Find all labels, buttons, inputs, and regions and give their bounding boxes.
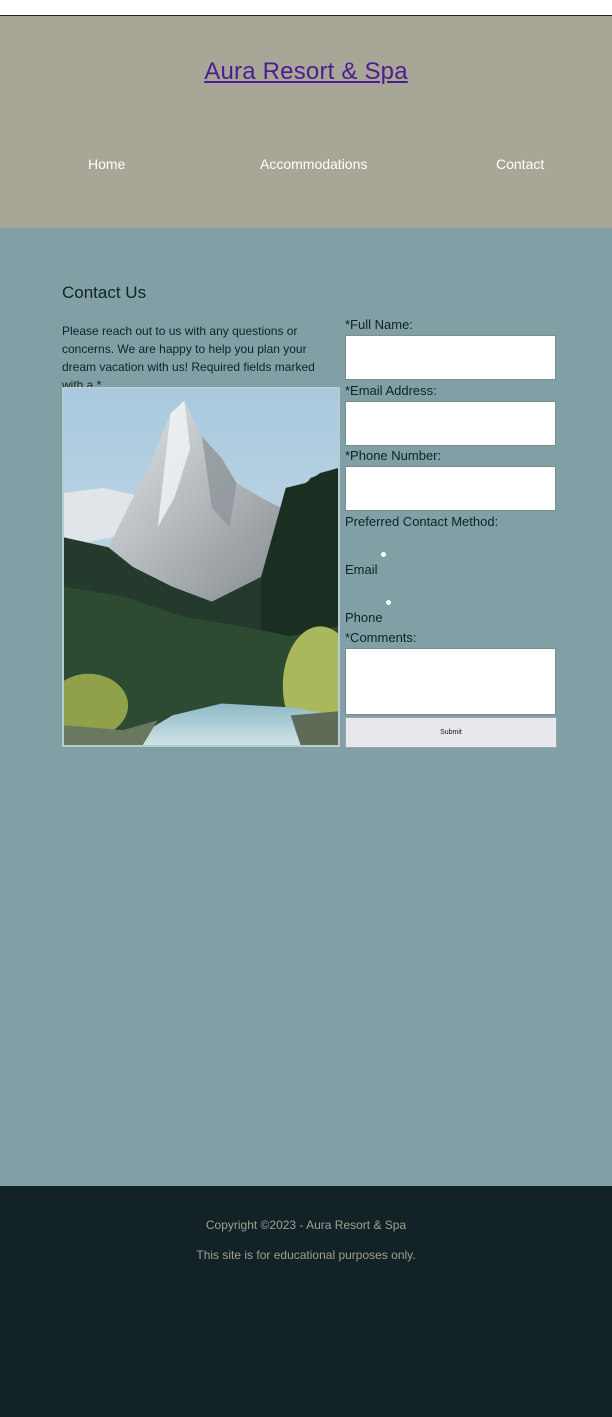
phone-option-label: Phone [345, 610, 383, 625]
mountain-photo [62, 387, 340, 747]
intro-text: Please reach out to us with any question… [62, 324, 315, 392]
email-radio[interactable] [380, 551, 387, 558]
site-title-link[interactable]: Aura Resort & Spa [0, 58, 612, 86]
full-name-label: *Full Name: [345, 317, 413, 332]
site-header: Aura Resort & Spa Home Accommodations Co… [0, 16, 612, 228]
nav-contact-link[interactable]: Contact [496, 156, 544, 172]
email-address-input[interactable] [345, 401, 556, 446]
full-name-input[interactable] [345, 335, 556, 380]
browser-top-strip [0, 0, 612, 16]
phone-number-label: *Phone Number: [345, 448, 442, 463]
site-footer: Copyright ©2023 - Aura Resort & Spa This… [0, 1186, 612, 1417]
phone-number-input[interactable] [345, 466, 556, 511]
page-title: Contact Us [62, 283, 147, 302]
submit-button[interactable]: Submit [345, 717, 557, 748]
comments-textarea[interactable] [345, 648, 556, 715]
phone-radio[interactable] [385, 599, 392, 606]
nav-accommodations-link[interactable]: Accommodations [260, 156, 367, 172]
comments-label: *Comments: [345, 630, 417, 645]
email-address-label: *Email Address: [345, 383, 437, 398]
disclaimer-text: This site is for educational purposes on… [196, 1248, 416, 1262]
nav-home-link[interactable]: Home [88, 156, 125, 172]
copyright-text: Copyright ©2023 - Aura Resort & Spa [205, 1218, 407, 1232]
email-option-label: Email [345, 562, 378, 577]
contact-section: Contact Us Please reach out to us with a… [0, 228, 612, 1186]
preferred-contact-label: Preferred Contact Method: [345, 514, 499, 529]
